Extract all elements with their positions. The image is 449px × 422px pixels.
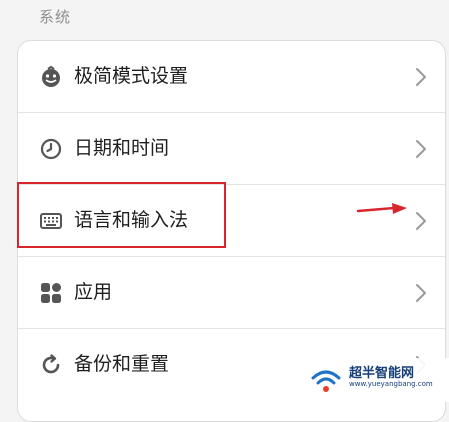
settings-item-label: 语言和输入法 xyxy=(74,209,189,231)
settings-item-date-time[interactable]: 日期和时间 xyxy=(18,113,445,185)
settings-item-language-input[interactable]: 语言和输入法 xyxy=(18,185,445,257)
keyboard-icon xyxy=(39,209,63,233)
chevron-right-icon xyxy=(415,138,427,160)
backup-icon xyxy=(39,353,63,377)
settings-item-backup-reset[interactable]: 备份和重置 xyxy=(18,329,445,401)
apps-icon xyxy=(39,281,63,305)
chevron-right-icon xyxy=(415,210,427,232)
section-title: 系统 xyxy=(39,8,72,26)
settings-item-label: 日期和时间 xyxy=(74,137,170,159)
settings-item-simple-mode[interactable]: 极简模式设置 xyxy=(18,41,445,113)
simple-mode-icon xyxy=(39,65,63,89)
clock-icon xyxy=(39,137,63,161)
settings-item-label: 备份和重置 xyxy=(74,353,170,375)
settings-card: 极简模式设置 日期和时间 语言和输入法 应用 备份和重置 xyxy=(17,40,446,422)
settings-item-label: 极简模式设置 xyxy=(74,65,189,87)
settings-item-label: 应用 xyxy=(74,281,113,303)
red-arrow-icon xyxy=(356,202,408,216)
chevron-right-icon xyxy=(415,282,427,304)
chevron-right-icon xyxy=(415,354,427,376)
chevron-right-icon xyxy=(415,66,427,88)
settings-item-apps[interactable]: 应用 xyxy=(18,257,445,329)
